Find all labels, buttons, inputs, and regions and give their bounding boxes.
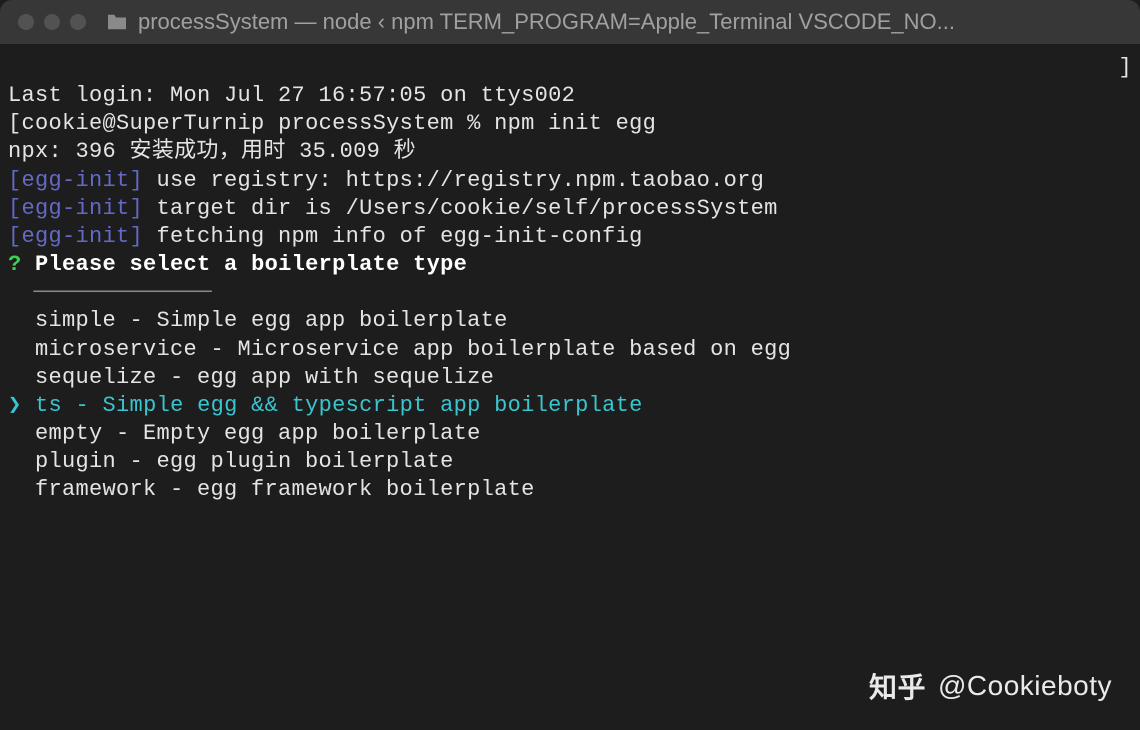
option-empty[interactable]: empty - Empty egg app boilerplate <box>8 420 1132 448</box>
title-folder: processSystem <box>138 9 288 34</box>
last-login-line: Last login: Mon Jul 27 16:57:05 on ttys0… <box>8 82 1132 110</box>
traffic-lights <box>18 14 86 30</box>
title-rest: npm TERM_PROGRAM=Apple_Terminal VSCODE_N… <box>391 9 955 34</box>
folder-icon <box>106 13 128 31</box>
prompt-cwd: processSystem <box>278 111 454 136</box>
option-ts[interactable]: ❯ ts - Simple egg && typescript app boil… <box>8 392 1132 420</box>
egg-init-tag: [egg-init] <box>8 196 143 221</box>
option-microservice[interactable]: microservice - Microservice app boilerpl… <box>8 336 1132 364</box>
question-line: ? Please select a boilerplate type <box>8 251 1132 279</box>
question-mark-icon: ? <box>8 252 22 277</box>
window-title: processSystem — node ‹ npm TERM_PROGRAM=… <box>106 9 955 35</box>
zhihu-logo: 知乎 <box>869 666 926 706</box>
egg-init-tag: [egg-init] <box>8 168 143 193</box>
egg-init-line-1: [egg-init] use registry: https://registr… <box>8 167 1132 195</box>
watermark: 知乎 @Cookieboty <box>869 666 1112 706</box>
option-simple[interactable]: simple - Simple egg app boilerplate <box>8 307 1132 335</box>
option-sequelize[interactable]: sequelize - egg app with sequelize <box>8 364 1132 392</box>
prompt-command: npm init egg <box>494 111 656 136</box>
egg-init-line-3: [egg-init] fetching npm info of egg-init… <box>8 223 1132 251</box>
options-list: simple - Simple egg app boilerplate micr… <box>8 307 1132 504</box>
prompt-line: [cookie@SuperTurnip processSystem % npm … <box>8 110 1132 138</box>
option-plugin[interactable]: plugin - egg plugin boilerplate <box>8 448 1132 476</box>
prompt-symbol: % <box>467 111 481 136</box>
option-framework[interactable]: framework - egg framework boilerplate <box>8 476 1132 504</box>
terminal-content[interactable]: Last login: Mon Jul 27 16:57:05 on ttys0… <box>0 44 1140 543</box>
minimize-button[interactable] <box>44 14 60 30</box>
title-sep: — <box>295 9 317 34</box>
prompt-user-host: cookie@SuperTurnip <box>22 111 265 136</box>
maximize-button[interactable] <box>70 14 86 30</box>
question-text: Please select a boilerplate type <box>35 252 467 277</box>
close-button[interactable] <box>18 14 34 30</box>
egg-init-tag: [egg-init] <box>8 224 143 249</box>
window-titlebar: processSystem — node ‹ npm TERM_PROGRAM=… <box>0 0 1140 44</box>
title-process: node <box>323 9 372 34</box>
watermark-handle: @Cookieboty <box>938 670 1112 702</box>
egg-init-line-2: [egg-init] target dir is /Users/cookie/s… <box>8 195 1132 223</box>
separator-line: ────────────── <box>8 279 1132 307</box>
closing-bracket: ] <box>1118 54 1132 82</box>
title-arrow: ‹ <box>378 9 385 34</box>
npx-output: npx: 396 安装成功，用时 35.009 秒 <box>8 138 1132 166</box>
